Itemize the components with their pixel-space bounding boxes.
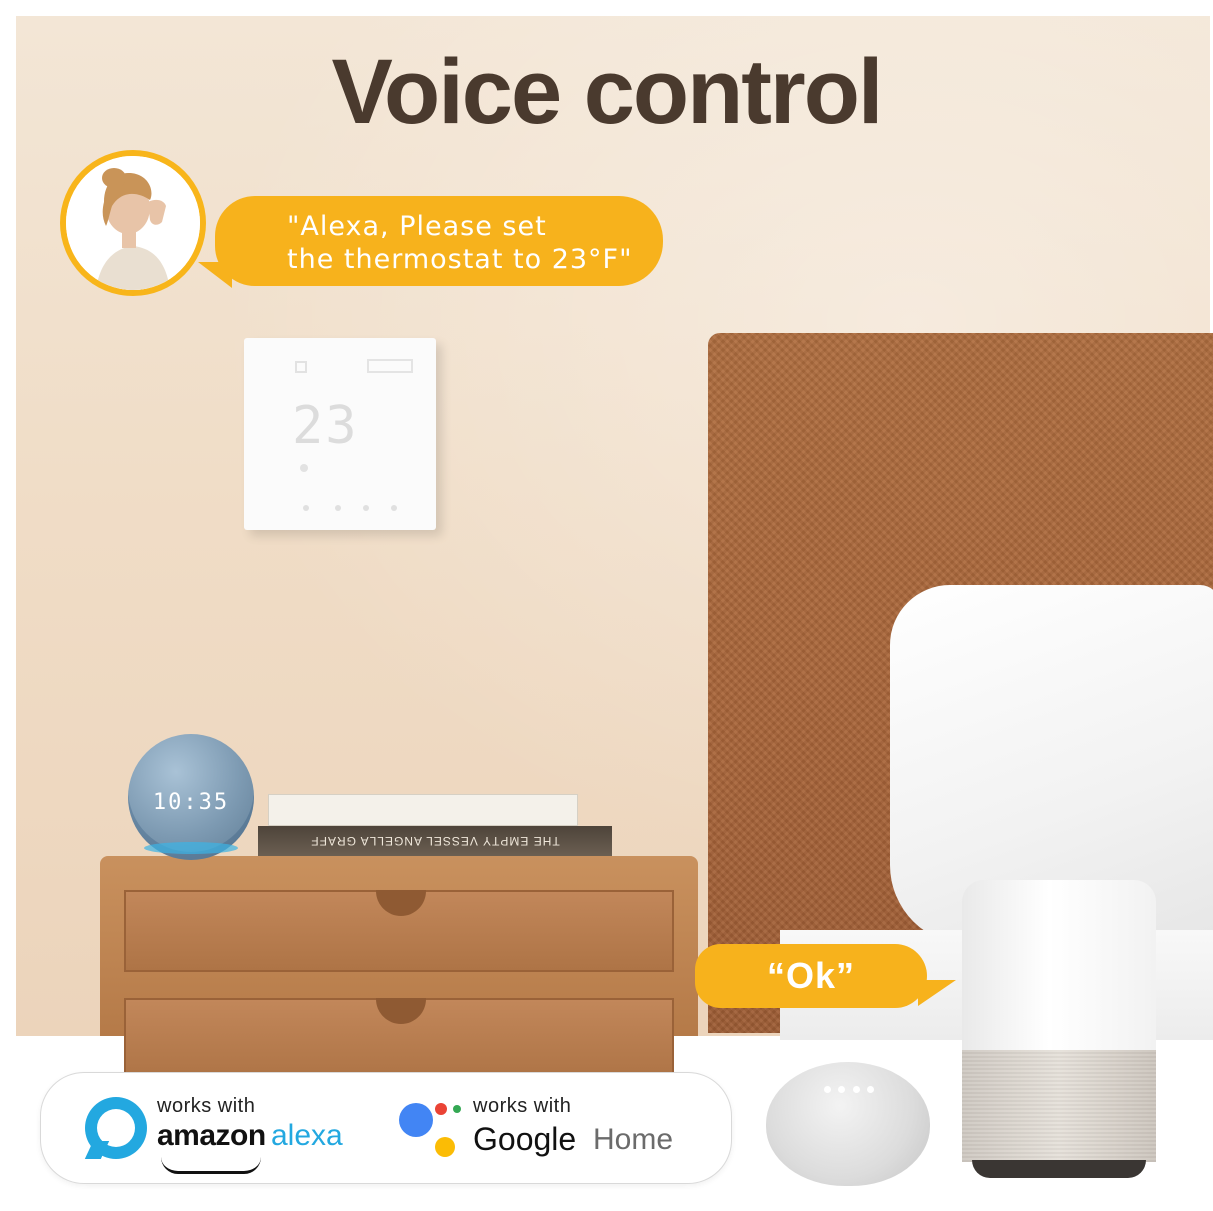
alexa-request-line-1: "Alexa, Please set — [287, 211, 547, 242]
avatar — [60, 150, 206, 296]
thermostat-panel: 23 — [244, 338, 436, 530]
page-title: Voice control — [331, 41, 884, 143]
woman-speaking-icon — [66, 156, 200, 290]
amazon-wordmark: amazon — [157, 1119, 266, 1152]
thermostat-temperature: 23 — [292, 396, 359, 456]
alexa-icon — [85, 1097, 147, 1159]
alexa-request-line-2: the thermostat to 23°F" — [287, 244, 633, 275]
alexa-speech-bubble: "Alexa, Please set the thermostat to 23°… — [215, 196, 663, 286]
home-wordmark: Home — [593, 1123, 674, 1156]
compatibility-badges: works with amazon alexa works with Googl… — [40, 1072, 732, 1184]
amazon-smile-icon — [161, 1157, 261, 1174]
nest-mini-lights — [824, 1086, 874, 1094]
book-stack: THE EMPTY VESSEL ANGELLA GRAFF — [258, 794, 612, 858]
nightstand-drawer-bottom — [124, 998, 674, 1080]
google-home-speaker — [962, 880, 1156, 1180]
alexa-works-with: works with — [157, 1095, 256, 1117]
nightstand-drawer-top — [124, 890, 674, 972]
nest-mini-speaker — [766, 1062, 930, 1186]
google-assistant-icon — [397, 1099, 469, 1159]
product-image: Voice control "Alexa, Please set the the… — [0, 0, 1213, 1211]
alexa-wordmark: alexa — [271, 1119, 343, 1152]
ok-speech-bubble: “Ok” — [695, 944, 927, 1008]
google-works-with: works with — [473, 1095, 572, 1117]
google-wordmark: Google — [473, 1121, 577, 1157]
nightstand — [100, 856, 698, 1080]
book-top — [268, 794, 578, 826]
echo-dot-speaker: 10:35 — [128, 734, 254, 860]
echo-light-ring — [144, 842, 238, 854]
echo-clock: 10:35 — [152, 790, 230, 815]
book-spine: THE EMPTY VESSEL ANGELLA GRAFF — [258, 826, 612, 856]
